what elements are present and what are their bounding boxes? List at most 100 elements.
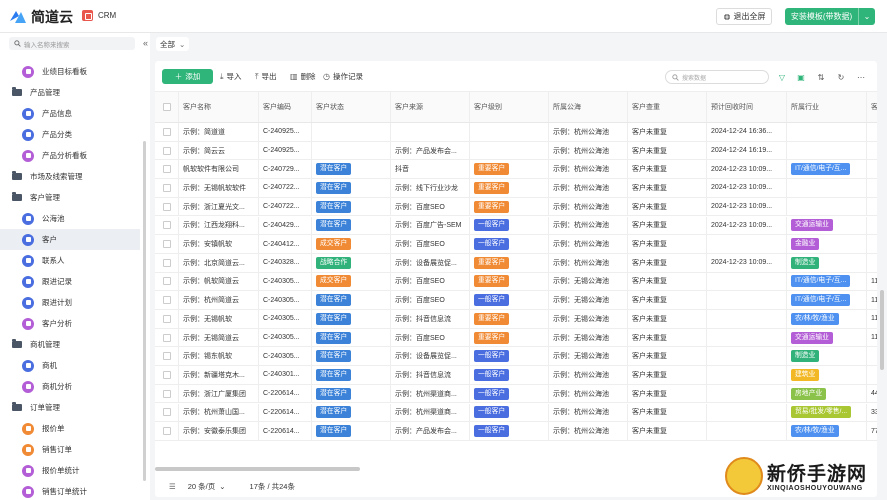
sidebar-item[interactable]: 报价单 [0,418,140,439]
sidebar-item[interactable]: 业绩目标看板 [0,61,140,82]
sidebar-item[interactable]: 联系人 [0,250,140,271]
sidebar-item[interactable]: 订单管理 [0,397,140,418]
app-logo[interactable]: 简道云 [8,7,73,27]
sidebar-search-input[interactable]: 输入名称来搜索 [9,37,135,50]
table-row[interactable]: 示例：江西龙翔科... C-240429... 潜在客户 示例：百度广告-SEM 一般客… [155,216,877,236]
row-checkbox[interactable] [162,296,171,305]
cell-text: 2024-12-23 10:09... [711,259,773,267]
column-header[interactable]: 客户级别 [470,92,549,122]
table-cell: C-240429... [259,216,312,235]
filter-icon[interactable]: ▽ [776,71,788,83]
row-checkbox[interactable] [162,183,171,192]
table-row[interactable]: 示例：新疆塔克木... C-240301... 潜在客户 示例：抖音信息流 一般客户 示例… [155,366,877,385]
sidebar-item[interactable]: 产品信息 [0,103,140,124]
sidebar-item[interactable]: 报价单统计 [0,460,140,481]
table-row[interactable]: 示例：锡东帆软 C-240305... 潜在客户 示例：设备展览促... 一般客户 示例：… [155,347,877,367]
page-size-select[interactable]: 20 条/页 ⌄ [188,481,226,492]
table-row[interactable]: 示例：简云云 C-240925... 示例：产品发布会... 示例：杭州公海池 客户未重… [155,141,877,161]
sidebar-item[interactable]: 产品分析看板 [0,145,140,166]
export-button[interactable]: ⤒ 导出 [255,71,277,82]
sidebar-item[interactable]: 产品分类 [0,124,140,145]
column-header[interactable]: 所属公海 [549,92,628,122]
table-search-input[interactable]: 搜索数据 [665,70,769,84]
status-tag: 一般客户 [474,219,510,232]
row-checkbox[interactable] [162,258,171,267]
row-checkbox[interactable] [162,389,171,398]
cell-text: 示例：百度SEO [395,297,445,305]
sidebar-item[interactable]: 客户管理 [0,187,140,208]
import-button[interactable]: ⤓ 导入 [220,71,242,82]
view-filter-dropdown[interactable]: 全部 ⌄ [156,37,190,51]
status-tag: 一般客户 [474,368,510,381]
app-tab-crm[interactable]: CRM [82,10,116,21]
row-checkbox[interactable] [162,221,171,230]
table-row[interactable]: 示例：杭州简道云 C-240305... 潜在客户 示例：百度SEO 一般客户 示例：无锡… [155,291,877,310]
sidebar-item[interactable]: 跟进计划 [0,292,140,313]
sidebar-item[interactable]: 销售订单 [0,439,140,460]
row-checkbox[interactable] [162,277,171,286]
chart-view-icon[interactable]: ▣ [795,71,807,83]
table-row[interactable]: 帆软软件有限公司 C-240729... 潜在客户 抖音 重要客户 示例：杭州公海池 客户未… [155,160,877,180]
row-checkbox[interactable] [162,165,171,174]
status-tag: 交通运输业 [791,219,833,232]
sidebar-item[interactable]: 客户 [0,229,140,250]
table-row[interactable]: 示例：浙江广厦集团 C-220614... 潜在客户 示例：杭州渠道商... 一般客户 示… [155,384,877,404]
table-row[interactable]: 示例：安镇帆软 C-240412... 成交客户 示例：百度SEO 一般客户 示例：杭州公… [155,235,877,254]
data-panel: ＋ 添加 ⤓导入 ⤒导出 ▥删除 ◷操作记录 搜索数据 ▽ ▣ ⇅ ↻ [155,61,877,497]
exit-fullscreen-button[interactable]: 退出全屏 [716,8,772,25]
collapse-sidebar-icon[interactable]: « [143,38,148,48]
horizontal-scrollbar[interactable] [155,467,360,471]
sidebar-item[interactable]: 客户分析 [0,313,140,334]
chevron-down-icon[interactable]: ⌄ [859,12,875,21]
column-header[interactable]: 预计回收时间 [707,92,787,122]
row-checkbox[interactable] [162,370,171,379]
row-checkbox[interactable] [162,127,171,136]
column-header[interactable]: 所属行业 [787,92,867,122]
sidebar-item[interactable]: 商机管理 [0,334,140,355]
watermark: 新侨手游网 XINQIAOSHOUYOUWANG [705,455,887,500]
table-row[interactable]: 示例：无锡帆软 C-240305... 潜在客户 示例：抖音信息流 重要客户 示例：无锡公… [155,310,877,329]
table-row[interactable]: 示例：无锡帆软软件 C-240722... 潜在客户 示例：线下行业沙龙 重要客户 示例：… [155,179,877,198]
column-header[interactable]: 客户查重 [628,92,707,122]
sidebar-item[interactable]: 销售订单统计 [0,481,140,500]
sidebar-item[interactable]: 产品管理 [0,82,140,103]
select-all-checkbox[interactable] [162,103,171,111]
operation-log-button[interactable]: ◷ 操作记录 [323,71,363,82]
column-header[interactable]: 客 [867,92,877,122]
sidebar-item[interactable]: 跟进记录 [0,271,140,292]
table-row[interactable]: 示例：杭州萧山国... C-220614... 潜在客户 示例：杭州渠道商... 一般客… [155,403,877,423]
table-row[interactable]: 示例：帆软简道云 C-240305... 成交客户 示例：百度SEO 重要客户 示例：无锡… [155,272,877,292]
column-header[interactable]: 客户编码 [259,92,312,122]
vertical-scrollbar[interactable] [880,290,884,370]
row-checkbox[interactable] [162,427,171,436]
table-row[interactable]: 示例：无锡简道云 C-240305... 潜在客户 示例：百度SEO 重要客户 示例：无锡… [155,328,877,348]
table-row[interactable]: 示例：北京简道云... C-240328... 战略合作 示例：设备展览促... 重要客… [155,253,877,273]
sidebar-item[interactable]: 公海池 [0,208,140,229]
row-checkbox[interactable] [162,240,171,249]
sidebar-scrollbar[interactable] [143,141,146,481]
column-header[interactable]: 客户状态 [312,92,391,122]
sidebar-item[interactable]: 商机分析 [0,376,140,397]
refresh-icon[interactable]: ↻ [835,71,847,83]
column-header[interactable]: 客户名称 [179,92,259,122]
row-checkbox[interactable] [162,202,171,211]
add-button[interactable]: ＋ 添加 [162,69,213,84]
install-template-button[interactable]: 安装模板(带数据) ⌄ [785,8,875,25]
table-row[interactable]: 示例：简道道 C-240925... 示例：杭州公海池 客户未重复 2024-12-24… [155,123,877,142]
row-checkbox[interactable] [162,408,171,417]
delete-button[interactable]: ▥ 删除 [290,71,316,82]
row-select-cell [155,197,179,216]
select-all-cell [155,92,179,122]
cell-text: 777 [871,427,877,435]
sidebar-item[interactable]: 市场及线索管理 [0,166,140,187]
sort-icon[interactable]: ⇅ [815,71,827,83]
row-checkbox[interactable] [162,352,171,361]
column-header[interactable]: 客户来源 [391,92,470,122]
row-checkbox[interactable] [162,146,171,155]
more-icon[interactable]: ⋯ [855,71,867,83]
row-checkbox[interactable] [162,333,171,342]
row-checkbox[interactable] [162,314,171,323]
table-row[interactable]: 示例：浙江夏光文... C-240722... 潜在客户 示例：百度SEO 重要客户 示例… [155,197,877,217]
table-row[interactable]: 示例：安徽泰乐集团 C-220614... 潜在客户 示例：产品发布会... 一般客户 示… [155,422,877,441]
sidebar-item[interactable]: 商机 [0,355,140,376]
